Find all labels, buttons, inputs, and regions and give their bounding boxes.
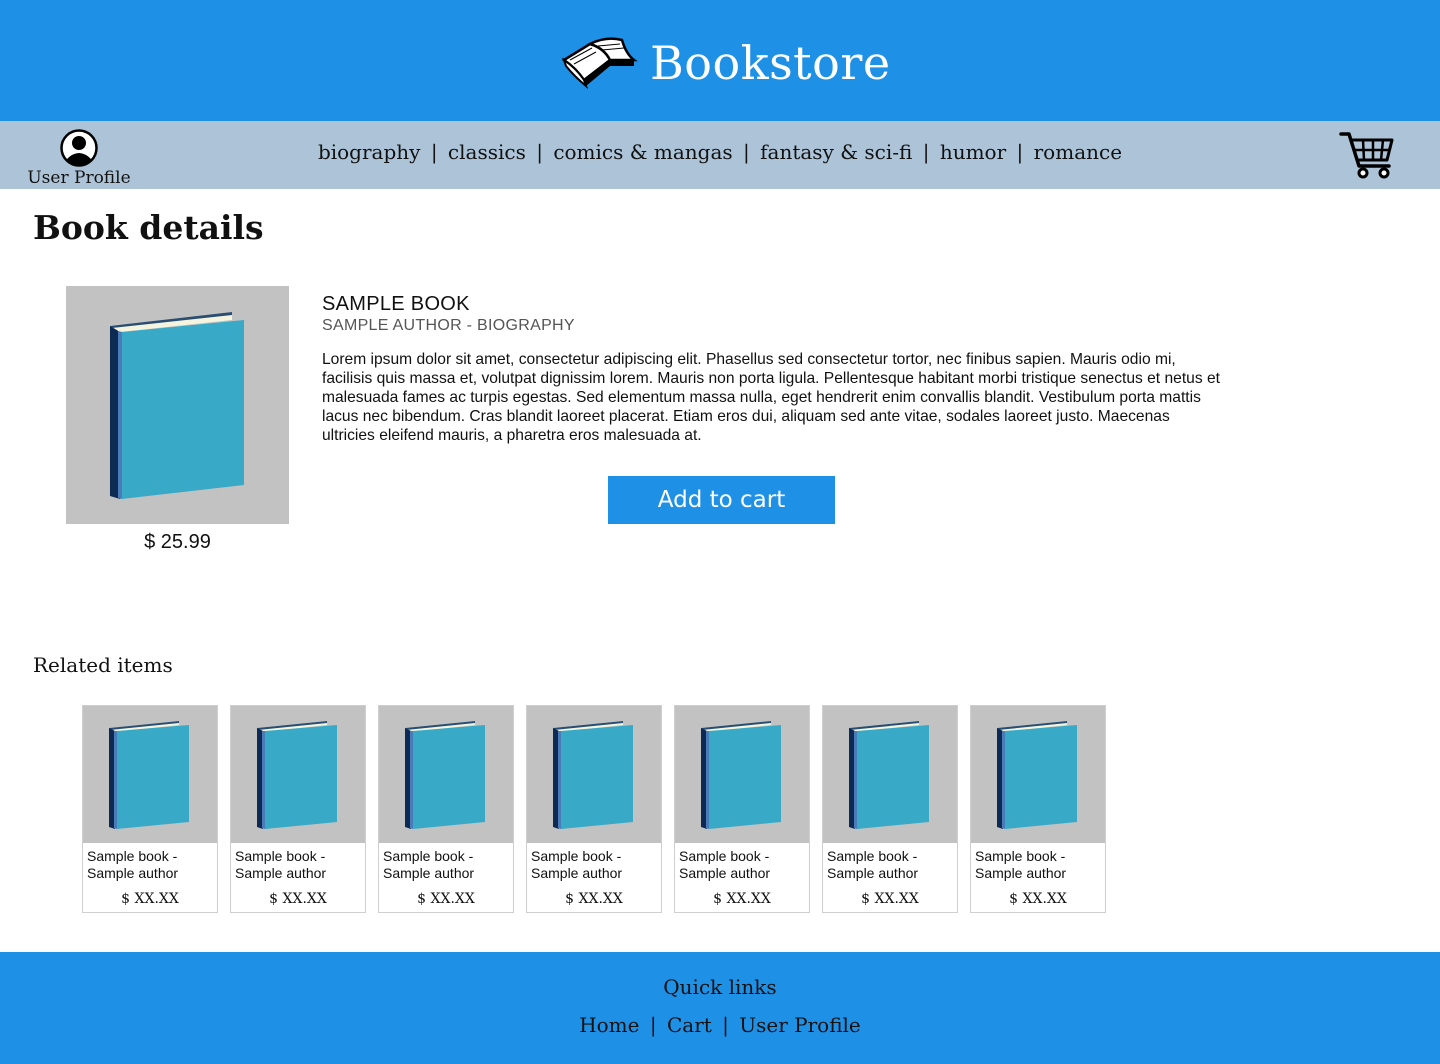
user-profile-label: User Profile xyxy=(27,168,131,188)
related-item-name-line1: Sample book - xyxy=(679,848,770,864)
related-item-price: $ XX.XX xyxy=(269,891,327,907)
footer-link-home[interactable]: Home xyxy=(579,1013,639,1037)
book-cover-icon xyxy=(997,721,1077,829)
related-item-name: Sample book - Sample author xyxy=(675,843,809,882)
category-comics-mangas[interactable]: comics & mangas xyxy=(553,140,732,164)
book-cover-icon xyxy=(701,721,781,829)
related-item-price: $ XX.XX xyxy=(565,891,623,907)
book-description: Lorem ipsum dolor sit amet, consectetur … xyxy=(322,351,1220,444)
related-item-cover xyxy=(823,706,957,843)
related-item-name-line2: Sample author xyxy=(827,865,919,881)
related-item-name-line1: Sample book - xyxy=(235,848,326,864)
category-separator: | xyxy=(536,140,543,164)
related-item-card[interactable]: Sample book - Sample author $ XX.XX xyxy=(674,705,810,913)
book-title: SAMPLE BOOK xyxy=(322,293,470,315)
related-items-title: Related items xyxy=(33,653,173,677)
shopping-cart-icon[interactable] xyxy=(1339,130,1395,180)
related-item-name: Sample book - Sample author xyxy=(231,843,365,882)
book-price: $ 25.99 xyxy=(144,531,211,553)
book-cover-image xyxy=(66,286,289,524)
site-footer: Quick links Home | Cart | User Profile xyxy=(0,952,1440,1064)
category-classics[interactable]: classics xyxy=(448,140,526,164)
category-biography[interactable]: biography xyxy=(318,140,421,164)
related-item-card[interactable]: Sample book - Sample author $ XX.XX xyxy=(230,705,366,913)
footer-link-separator: | xyxy=(722,1013,729,1037)
related-item-name-line2: Sample author xyxy=(975,865,1067,881)
quick-links-title: Quick links xyxy=(663,975,777,999)
related-item-card[interactable]: Sample book - Sample author $ XX.XX xyxy=(526,705,662,913)
related-item-price: $ XX.XX xyxy=(1009,891,1067,907)
book-cover-icon xyxy=(405,721,485,829)
book-cover-icon xyxy=(110,312,244,499)
related-item-name-line2: Sample author xyxy=(531,865,623,881)
category-list: biography | classics | comics & mangas |… xyxy=(0,140,1440,164)
book-cover-icon xyxy=(257,721,337,829)
related-item-price: $ XX.XX xyxy=(417,891,475,907)
related-item-name: Sample book - Sample author xyxy=(823,843,957,882)
site-header: Bookstore xyxy=(0,0,1440,121)
related-item-card[interactable]: Sample book - Sample author $ XX.XX xyxy=(378,705,514,913)
category-fantasy-sci-fi[interactable]: fantasy & sci-fi xyxy=(760,140,912,164)
category-separator: | xyxy=(743,140,750,164)
page-title: Book details xyxy=(33,208,264,247)
footer-link-cart[interactable]: Cart xyxy=(667,1013,712,1037)
related-item-name-line1: Sample book - xyxy=(87,848,178,864)
open-book-icon xyxy=(561,37,638,90)
related-item-price: $ XX.XX xyxy=(713,891,771,907)
related-item-name-line2: Sample author xyxy=(679,865,771,881)
related-item-card[interactable]: Sample book - Sample author $ XX.XX xyxy=(822,705,958,913)
related-item-cover xyxy=(675,706,809,843)
related-item-cover xyxy=(379,706,513,843)
related-item-card[interactable]: Sample book - Sample author $ XX.XX xyxy=(970,705,1106,913)
related-items-list: Sample book - Sample author $ XX.XX Samp… xyxy=(82,705,1118,913)
footer-link-separator: | xyxy=(649,1013,657,1037)
related-item-name: Sample book - Sample author xyxy=(971,843,1105,882)
related-item-name-line2: Sample author xyxy=(235,865,327,881)
related-item-price: $ XX.XX xyxy=(121,891,179,907)
related-item-name-line2: Sample author xyxy=(87,865,179,881)
related-item-cover xyxy=(971,706,1105,843)
book-cover-icon xyxy=(849,721,929,829)
related-item-name: Sample book - Sample author xyxy=(527,843,661,882)
category-separator: | xyxy=(922,140,930,164)
related-item-name: Sample book - Sample author xyxy=(379,843,513,882)
category-humor[interactable]: humor xyxy=(940,140,1006,164)
book-info: SAMPLE BOOK SAMPLE AUTHOR - BIOGRAPHY Lo… xyxy=(322,293,1222,445)
category-separator: | xyxy=(430,140,438,164)
related-item-cover xyxy=(527,706,661,843)
related-item-name-line2: Sample author xyxy=(383,865,475,881)
book-cover-icon xyxy=(553,721,633,829)
book-cover-icon xyxy=(109,721,189,829)
add-to-cart-button[interactable]: Add to cart xyxy=(608,476,835,524)
site-title: Bookstore xyxy=(650,36,891,90)
related-item-cover xyxy=(231,706,365,843)
category-nav: User Profile biography | classics | comi… xyxy=(0,121,1440,189)
footer-link-user-profile[interactable]: User Profile xyxy=(739,1013,861,1037)
related-item-name: Sample book - Sample author xyxy=(83,843,217,882)
related-item-price: $ XX.XX xyxy=(861,891,919,907)
quick-links: Home | Cart | User Profile xyxy=(0,1013,1440,1037)
related-item-card[interactable]: Sample book - Sample author $ XX.XX xyxy=(82,705,218,913)
category-romance[interactable]: romance xyxy=(1034,140,1122,164)
category-separator: | xyxy=(1016,140,1024,164)
related-item-cover xyxy=(83,706,217,843)
brand[interactable]: Bookstore xyxy=(560,28,891,98)
related-item-name-line1: Sample book - xyxy=(531,848,622,864)
book-author-genre: SAMPLE AUTHOR - BIOGRAPHY xyxy=(322,317,575,334)
related-item-name-line1: Sample book - xyxy=(827,848,918,864)
related-item-name-line1: Sample book - xyxy=(975,848,1066,864)
related-item-name-line1: Sample book - xyxy=(383,848,474,864)
